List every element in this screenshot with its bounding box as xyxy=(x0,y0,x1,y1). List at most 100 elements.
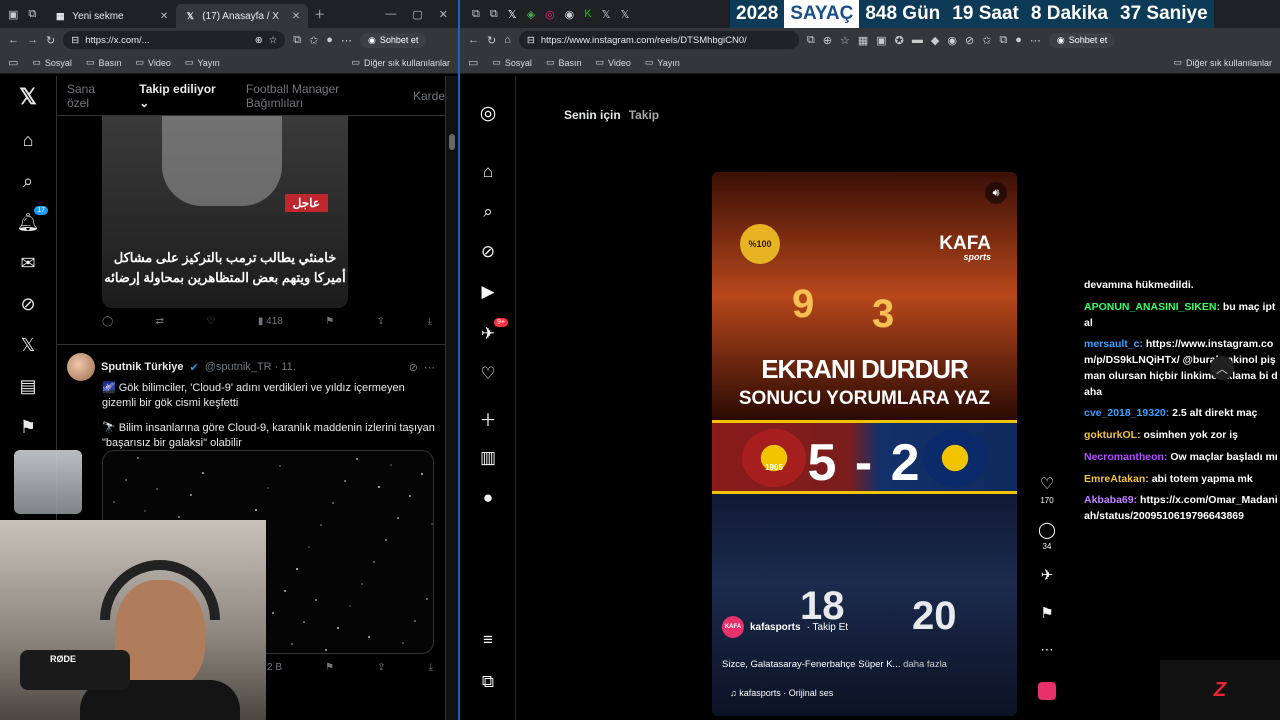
url-field[interactable]: ⊟ https://x.com/... ⊕ ☆ xyxy=(63,31,286,49)
lists-icon[interactable]: ▤ xyxy=(16,376,40,397)
mail-icon[interactable]: ✉ xyxy=(16,253,40,274)
more-link[interactable]: daha fazla xyxy=(903,659,947,670)
like-button[interactable]: ♡ 170 xyxy=(1036,474,1058,505)
zoom-icon[interactable]: ⊕ xyxy=(823,34,832,47)
tab-more[interactable]: Karde xyxy=(413,89,445,103)
instagram-logo-icon[interactable]: ◎ xyxy=(476,102,500,125)
other-bookmarks[interactable]: ▭ Diğer sık kullanılanlar xyxy=(1173,57,1272,68)
chat-username[interactable]: EmreAtakan: xyxy=(1084,473,1152,485)
chat-username[interactable]: APONUN_ANASINI_SIKEN: xyxy=(1084,301,1223,313)
tab-icon[interactable]: ◈ xyxy=(527,8,535,21)
more-icon[interactable]: ⋯ xyxy=(1036,642,1058,658)
menu-icon[interactable]: ≡ xyxy=(476,630,500,650)
tab-for-you[interactable]: Sana özel xyxy=(67,82,117,110)
tab-icon[interactable]: ◉ xyxy=(565,8,575,21)
chat-username[interactable]: cve_2018_19320: xyxy=(1084,407,1172,419)
more-icon[interactable]: ⋯ xyxy=(1030,34,1041,47)
back-icon[interactable]: ← xyxy=(8,34,19,46)
minimize-icon[interactable]: — xyxy=(385,8,396,21)
site-info-icon[interactable]: ⊟ xyxy=(71,35,79,46)
bookmark-icon[interactable]: ⚑ xyxy=(325,316,334,327)
views-stat[interactable]: ▮ 418 xyxy=(258,316,283,327)
collections-icon[interactable]: ⧉ xyxy=(999,34,1007,47)
bell-icon[interactable]: 🔔︎ 17 xyxy=(16,206,48,233)
other-bookmarks[interactable]: ▭ Diğer sık kullanılanlar xyxy=(351,57,450,68)
bookmark-folder[interactable]: ▭ Basın xyxy=(546,57,582,68)
scrollbar[interactable] xyxy=(446,76,458,720)
back-icon[interactable]: ← xyxy=(468,34,479,46)
more-icon[interactable]: ⋯ xyxy=(341,34,352,47)
split-screen-icon[interactable]: ⧉ xyxy=(807,34,815,47)
tweet-image[interactable]: عاجل خامنئي يطالب ترمب بالتركيز على مشاك… xyxy=(102,116,348,308)
bookmark-folder[interactable]: ▭ Video xyxy=(135,57,170,68)
x-tab-icon[interactable]: 𝕏 xyxy=(621,8,630,21)
reels-icon[interactable]: ▶ xyxy=(476,282,500,302)
bookmark-folder[interactable]: ▭ Sosyal xyxy=(32,57,72,68)
save-icon[interactable]: ⚑ xyxy=(1036,604,1058,622)
close-icon[interactable]: ✕ xyxy=(292,11,300,22)
avatar[interactable]: KAFA xyxy=(722,616,744,638)
download-icon[interactable]: ⤓ xyxy=(429,662,433,673)
author-name[interactable]: kafasports xyxy=(750,622,801,633)
extension-icon[interactable]: ◆ xyxy=(931,34,939,47)
tab-x-home[interactable]: 𝕏 (17) Anasayfa / X ✕ xyxy=(176,4,309,28)
instagram-tab-icon[interactable]: ◎ xyxy=(545,8,555,21)
tab-for-you[interactable]: Senin için xyxy=(564,108,621,122)
profile-avatar-icon[interactable]: ● xyxy=(1015,34,1022,46)
profile-avatar-icon[interactable]: ● xyxy=(476,488,500,508)
extension-icon[interactable]: ▦ xyxy=(858,34,868,47)
share-icon[interactable]: ⇪ xyxy=(377,316,385,327)
x-tab-icon[interactable]: 𝕏 xyxy=(508,8,517,21)
tab-following[interactable]: Takip xyxy=(629,108,659,122)
views-stat[interactable]: 2 B xyxy=(267,662,282,673)
home-icon[interactable]: ⌂ xyxy=(16,130,40,151)
volume-icon[interactable]: 🔊︎ xyxy=(985,182,1007,204)
home-icon[interactable]: ⌂ xyxy=(476,162,500,182)
extension-icon[interactable]: ▣ xyxy=(876,34,886,47)
close-icon[interactable]: ✕ xyxy=(160,11,168,22)
sidebar-toggle-icon[interactable]: ▭ xyxy=(468,56,478,69)
copilot-chat-button[interactable]: ◉ Sohbet et xyxy=(1048,32,1116,48)
author-handle[interactable]: @sputnik_TR · 11. xyxy=(205,361,296,373)
site-info-icon[interactable]: ⊟ xyxy=(527,35,535,46)
favorites-icon[interactable]: ✩ xyxy=(982,34,991,47)
favorites-icon[interactable]: ✩ xyxy=(309,34,318,47)
extension-icon[interactable]: ▬ xyxy=(912,34,923,46)
tab-new[interactable]: ▦ Yeni sekme ✕ xyxy=(46,4,176,28)
chat-username[interactable]: Akbaba69: xyxy=(1084,494,1140,506)
more-icon[interactable]: ⋯ xyxy=(424,361,435,374)
messages-icon[interactable]: ✈ 9+ xyxy=(476,318,508,344)
tweet-sputnik[interactable]: Sputnik Türkiye ✔ @sputnik_TR · 11. ⊘ ⋯ … xyxy=(57,344,445,458)
tab-list-icon[interactable]: ⧉ xyxy=(490,8,498,21)
chat-username[interactable]: mersault_c: xyxy=(1084,338,1146,350)
reply-icon[interactable]: ◯ xyxy=(102,316,113,327)
like-icon[interactable]: ♡ xyxy=(206,316,215,327)
tab-football-manager[interactable]: Football Manager Bağımlıları xyxy=(246,82,391,110)
extensions-icon[interactable]: ⧉ xyxy=(293,34,301,47)
bookmark-icon[interactable]: ⚑ xyxy=(325,662,334,673)
chevron-up-icon[interactable]: ︿ xyxy=(1210,356,1234,380)
tab-actions-icon[interactable]: ▣ xyxy=(8,8,18,21)
share-icon[interactable]: ✈ xyxy=(1036,566,1058,584)
url-field[interactable]: ⊟ https://www.instagram.com/reels/DTSMhb… xyxy=(518,31,799,49)
refresh-icon[interactable]: ↻ xyxy=(487,34,496,47)
bookmark-folder[interactable]: ▭ Yayın xyxy=(645,57,680,68)
star-icon[interactable]: ☆ xyxy=(840,34,850,47)
comment-button[interactable]: ◯ 34 xyxy=(1036,520,1058,551)
star-icon[interactable]: ☆ xyxy=(269,35,278,46)
tab-icon[interactable]: K xyxy=(584,8,591,20)
x-tab-icon[interactable]: 𝕏 xyxy=(602,8,611,21)
tab-following[interactable]: Takip ediliyor ⌄ xyxy=(139,82,224,122)
retweet-icon[interactable]: ⇄ xyxy=(156,316,164,327)
scroll-thumb[interactable] xyxy=(449,134,455,150)
search-icon[interactable]: ⌕ xyxy=(16,171,40,192)
notifications-icon[interactable]: ♡ xyxy=(476,364,500,384)
home-icon[interactable]: ⌂ xyxy=(504,34,511,46)
reel-caption[interactable]: Sizce, Galatasaray-Fenerbahçe Süper K...… xyxy=(722,659,947,670)
follow-button[interactable]: · Takip Et xyxy=(807,622,849,633)
apps-icon[interactable]: ⧉ xyxy=(476,672,500,692)
x-logo-icon[interactable]: 𝕏 xyxy=(16,84,40,110)
bookmark-folder[interactable]: ▭ Video xyxy=(595,57,630,68)
download-icon[interactable]: ⤓ xyxy=(428,316,432,327)
create-icon[interactable]: ＋ xyxy=(476,406,500,431)
